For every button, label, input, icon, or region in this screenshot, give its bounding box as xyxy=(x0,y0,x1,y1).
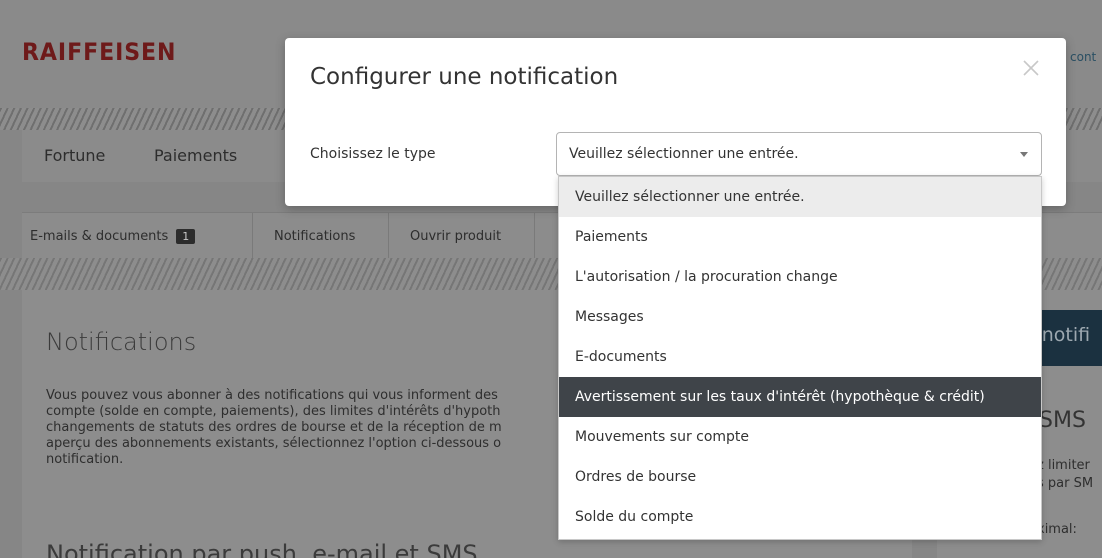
sub-nav-separator xyxy=(252,213,253,259)
type-select[interactable]: Veuillez sélectionner une entrée. xyxy=(556,132,1042,176)
intro-line: changements de statuts des ordres de bou… xyxy=(46,420,502,435)
unread-count-badge: 1 xyxy=(176,229,196,244)
sub-nav-notifications[interactable]: Notifications xyxy=(274,229,355,244)
dropdown-option[interactable]: Veuillez sélectionner une entrée. xyxy=(559,177,1041,217)
nav-item-paiements[interactable]: Paiements xyxy=(154,146,237,165)
close-icon[interactable] xyxy=(1019,56,1043,80)
page-title: Notifications xyxy=(46,328,197,356)
dropdown-option[interactable]: E-documents xyxy=(559,337,1041,377)
sms-heading: SMS xyxy=(1039,408,1086,433)
sub-nav-emails-documents[interactable]: E-mails & documents 1 xyxy=(30,229,196,244)
sms-text-line: s par SM xyxy=(1037,476,1094,491)
dropdown-option[interactable]: L'autorisation / la procuration change xyxy=(559,257,1041,297)
header-contact-link[interactable]: cont xyxy=(1070,50,1096,64)
dropdown-option[interactable]: Mouvements sur compte xyxy=(559,417,1041,457)
intro-line: compte (solde en compte, paiements), des… xyxy=(46,404,501,419)
dropdown-option[interactable]: Ordres de bourse xyxy=(559,457,1041,497)
select-value: Veuillez sélectionner une entrée. xyxy=(569,146,799,162)
sub-nav-ouvrir-produit[interactable]: Ouvrir produit xyxy=(410,229,501,244)
intro-line: aperçu des abonnements existants, sélect… xyxy=(46,436,502,451)
dropdown-option[interactable]: Solde du compte xyxy=(559,497,1041,537)
intro-line: notification. xyxy=(46,452,124,467)
intro-line: Vous pouvez vous abonner à des notificat… xyxy=(46,388,498,403)
dropdown-option-highlighted[interactable]: Avertissement sur les taux d'intérêt (hy… xyxy=(559,377,1041,417)
dropdown-option[interactable]: Messages xyxy=(559,297,1041,337)
type-dropdown-list: Veuillez sélectionner une entrée. Paieme… xyxy=(558,176,1042,540)
sub-nav-separator xyxy=(388,213,389,259)
sms-max-label: ximal: xyxy=(1037,522,1077,537)
type-field-label: Choisissez le type xyxy=(310,146,436,162)
close-icon xyxy=(1023,60,1039,76)
chevron-down-icon xyxy=(1020,152,1028,157)
sub-nav-separator xyxy=(534,213,535,259)
section-subtitle: Notification par push, e-mail et SMS xyxy=(46,540,478,558)
dropdown-option[interactable]: Paiements xyxy=(559,217,1041,257)
sub-nav-emails-label: E-mails & documents xyxy=(30,229,169,244)
nav-item-fortune[interactable]: Fortune xyxy=(44,146,105,165)
intro-text: Vous pouvez vous abonner à des notificat… xyxy=(46,388,576,468)
sms-text-line: z limiter xyxy=(1037,458,1090,473)
modal-title: Configurer une notification xyxy=(310,64,619,90)
brand-logo[interactable]: RAIFFEISEN xyxy=(22,38,176,66)
